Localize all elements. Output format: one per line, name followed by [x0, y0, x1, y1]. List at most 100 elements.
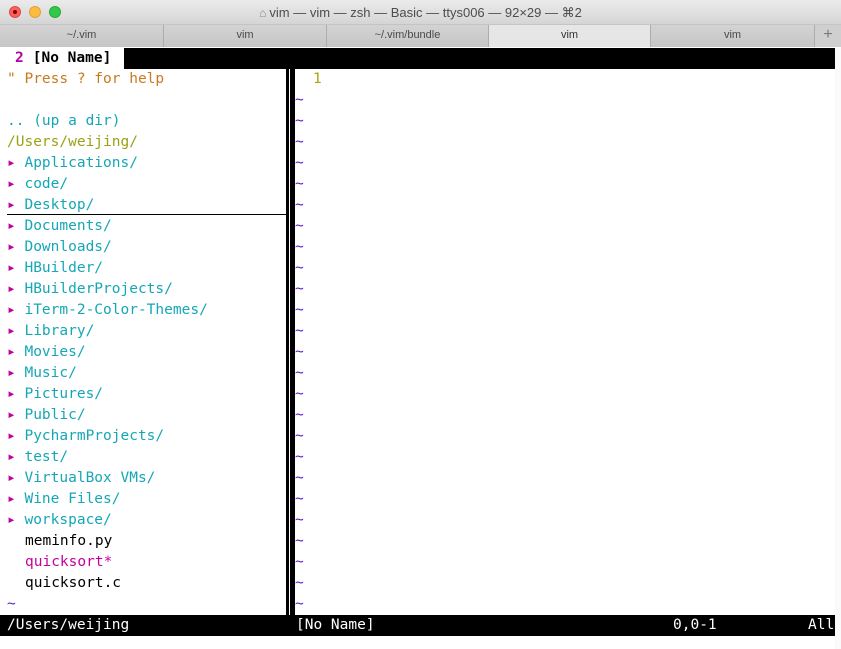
- empty-line-tilde: ~: [295, 575, 304, 591]
- nerdtree-dir-label: VirtualBox VMs/: [24, 470, 156, 486]
- tab-vim-config[interactable]: ~/.vim: [0, 25, 164, 47]
- new-tab-button[interactable]: +: [815, 25, 841, 47]
- tab-vim-1[interactable]: vim: [164, 25, 327, 47]
- nerdtree-dir-item[interactable]: ▸ PycharmProjects/: [7, 426, 164, 447]
- nerdtree-dir-item[interactable]: ▸ Applications/: [7, 153, 138, 174]
- empty-line-tilde: ~: [295, 407, 304, 423]
- nerdtree-dir-item[interactable]: ▸ iTerm-2-Color-Themes/: [7, 300, 208, 321]
- collapsed-arrow-icon: ▸: [7, 323, 16, 339]
- tab-label: vim: [723, 29, 742, 41]
- nerdtree-dir-label: test/: [24, 449, 69, 465]
- empty-line-tilde: ~: [295, 470, 304, 486]
- nerdtree-dir-item[interactable]: ▸ test/: [7, 447, 68, 468]
- collapsed-arrow-icon: ▸: [7, 512, 16, 528]
- nerdtree-dir-label: Music/: [24, 365, 77, 381]
- nerdtree-dir-item[interactable]: ▸ code/: [7, 174, 68, 195]
- nerdtree-dir-item[interactable]: ▸ Desktop/: [7, 195, 94, 216]
- empty-line-tilde: ~: [295, 281, 304, 297]
- plus-icon: +: [823, 26, 833, 43]
- vim-tab-name: [No Name]: [32, 50, 112, 66]
- nerdtree-dir-item[interactable]: ▸ Downloads/: [7, 237, 112, 258]
- tab-label: vim: [236, 29, 254, 41]
- nerdtree-dir-label: Movies/: [24, 344, 86, 360]
- nerdtree-dir-item[interactable]: ▸ Wine Files/: [7, 489, 121, 510]
- empty-line-tilde: ~: [295, 491, 304, 507]
- collapsed-arrow-icon: ▸: [7, 491, 16, 507]
- nerdtree-file-item[interactable]: meminfo.py: [25, 531, 112, 552]
- empty-line-tilde: ~: [295, 533, 304, 549]
- nerdtree-end-tilde: ~: [7, 596, 16, 612]
- nerdtree-file-item[interactable]: quicksort*: [25, 552, 112, 573]
- empty-line-tilde: ~: [295, 302, 304, 318]
- collapsed-arrow-icon: ▸: [7, 218, 16, 234]
- nerdtree-dir-label: Wine Files/: [24, 491, 121, 507]
- nerdtree-dir-item[interactable]: ▸ HBuilder/: [7, 258, 103, 279]
- empty-line-tilde: ~: [295, 155, 304, 171]
- collapsed-arrow-icon: ▸: [7, 386, 16, 402]
- nerdtree-dir-item[interactable]: ▸ Movies/: [7, 342, 86, 363]
- empty-line-tilde: ~: [295, 197, 304, 213]
- nerdtree-dir-label: HBuilderProjects/: [24, 281, 173, 297]
- tab-vim-3[interactable]: vim: [651, 25, 815, 47]
- tab-label: ~/.vim: [66, 29, 97, 41]
- nerdtree-dir-label: Applications/: [24, 155, 138, 171]
- empty-line-tilde: ~: [295, 323, 304, 339]
- nerdtree-dir-item[interactable]: ▸ Documents/: [7, 216, 112, 237]
- status-cursor-position: 0,0-1: [673, 617, 717, 633]
- empty-line-tilde: ~: [295, 134, 304, 150]
- empty-line-tilde: ~: [295, 554, 304, 570]
- nerdtree-file-item[interactable]: quicksort.c: [25, 573, 121, 594]
- nerdtree-dir-item[interactable]: ▸ workspace/: [7, 510, 112, 531]
- nerdtree-dir-label: workspace/: [24, 512, 112, 528]
- empty-line-tilde: ~: [295, 176, 304, 192]
- nerdtree-dir-label: Public/: [24, 407, 86, 423]
- tab-vim-bundle[interactable]: ~/.vim/bundle: [327, 25, 489, 47]
- scroll-gutter: [835, 48, 841, 649]
- collapsed-arrow-icon: ▸: [7, 407, 16, 423]
- nerdtree-dir-label: PycharmProjects/: [24, 428, 165, 444]
- empty-line-tilde: ~: [295, 239, 304, 255]
- collapsed-arrow-icon: ▸: [7, 239, 16, 255]
- nerdtree-dir-item[interactable]: ▸ VirtualBox VMs/: [7, 468, 155, 489]
- nerdtree-dir-label: HBuilder/: [24, 260, 104, 276]
- nerdtree-dir-item[interactable]: ▸ Pictures/: [7, 384, 103, 405]
- collapsed-arrow-icon: ▸: [7, 155, 16, 171]
- title-bar: ⌂ vim — vim — zsh — Basic — ttys006 — 92×…: [0, 0, 841, 25]
- nerdtree-cwd[interactable]: /Users/weijing/: [7, 132, 138, 153]
- nerdtree-dir-item[interactable]: ▸ HBuilderProjects/: [7, 279, 173, 300]
- vim-tab-selected[interactable]: 2 [No Name]: [0, 48, 124, 69]
- home-icon: ⌂: [259, 6, 267, 20]
- nerdtree-dir-label: Documents/: [24, 218, 112, 234]
- tab-vim-active[interactable]: vim: [489, 25, 651, 47]
- status-scroll-position: All: [808, 617, 835, 633]
- nerdtree-dir-item[interactable]: ▸ Public/: [7, 405, 86, 426]
- nerdtree-dir-item[interactable]: ▸ Library/: [7, 321, 94, 342]
- nerdtree-dir-item[interactable]: ▸ Music/: [7, 363, 77, 384]
- collapsed-arrow-icon: ▸: [7, 428, 16, 444]
- window-title-text: vim — vim — zsh — Basic — ttys006 — 92×2…: [269, 5, 582, 20]
- empty-line-tilde: ~: [295, 113, 304, 129]
- nerdtree-help-line: " Press ? for help: [7, 71, 165, 87]
- collapsed-arrow-icon: ▸: [7, 449, 16, 465]
- cursor-line: [7, 214, 286, 215]
- collapsed-arrow-icon: ▸: [7, 302, 16, 318]
- vertical-split-divider[interactable]: [286, 69, 295, 615]
- nerdtree-up-dir[interactable]: .. (up a dir): [7, 111, 121, 132]
- empty-line-tilde: ~: [295, 512, 304, 528]
- nerdtree-dir-label: Desktop/: [24, 197, 95, 213]
- vim-statusline: /Users/weijing [No Name] 0,0-1 All: [0, 615, 835, 636]
- empty-line-tilde: ~: [295, 218, 304, 234]
- collapsed-arrow-icon: ▸: [7, 197, 16, 213]
- empty-line-tilde: ~: [295, 365, 304, 381]
- line-number: 1: [313, 71, 322, 87]
- tab-bar: ~/.vim vim ~/.vim/bundle vim vim +: [0, 25, 841, 47]
- empty-line-tilde: ~: [295, 344, 304, 360]
- vim-tabline: 2 [No Name]: [0, 48, 835, 69]
- empty-line-tilde: ~: [295, 92, 304, 108]
- terminal-view[interactable]: 2 [No Name] " Press ? for help .. (up a d…: [0, 48, 835, 649]
- nerdtree-pane[interactable]: " Press ? for help .. (up a dir) /Users/…: [0, 69, 287, 615]
- empty-line-tilde: ~: [295, 596, 304, 612]
- buffer-pane[interactable]: 1 ~ ~ ~ ~ ~ ~ ~ ~ ~ ~ ~ ~ ~ ~ ~ ~ ~ ~ ~ ~ ~ ~ ~ ~ ~: [295, 69, 835, 615]
- collapsed-arrow-icon: ▸: [7, 260, 16, 276]
- vim-tab-number: 2: [15, 50, 24, 66]
